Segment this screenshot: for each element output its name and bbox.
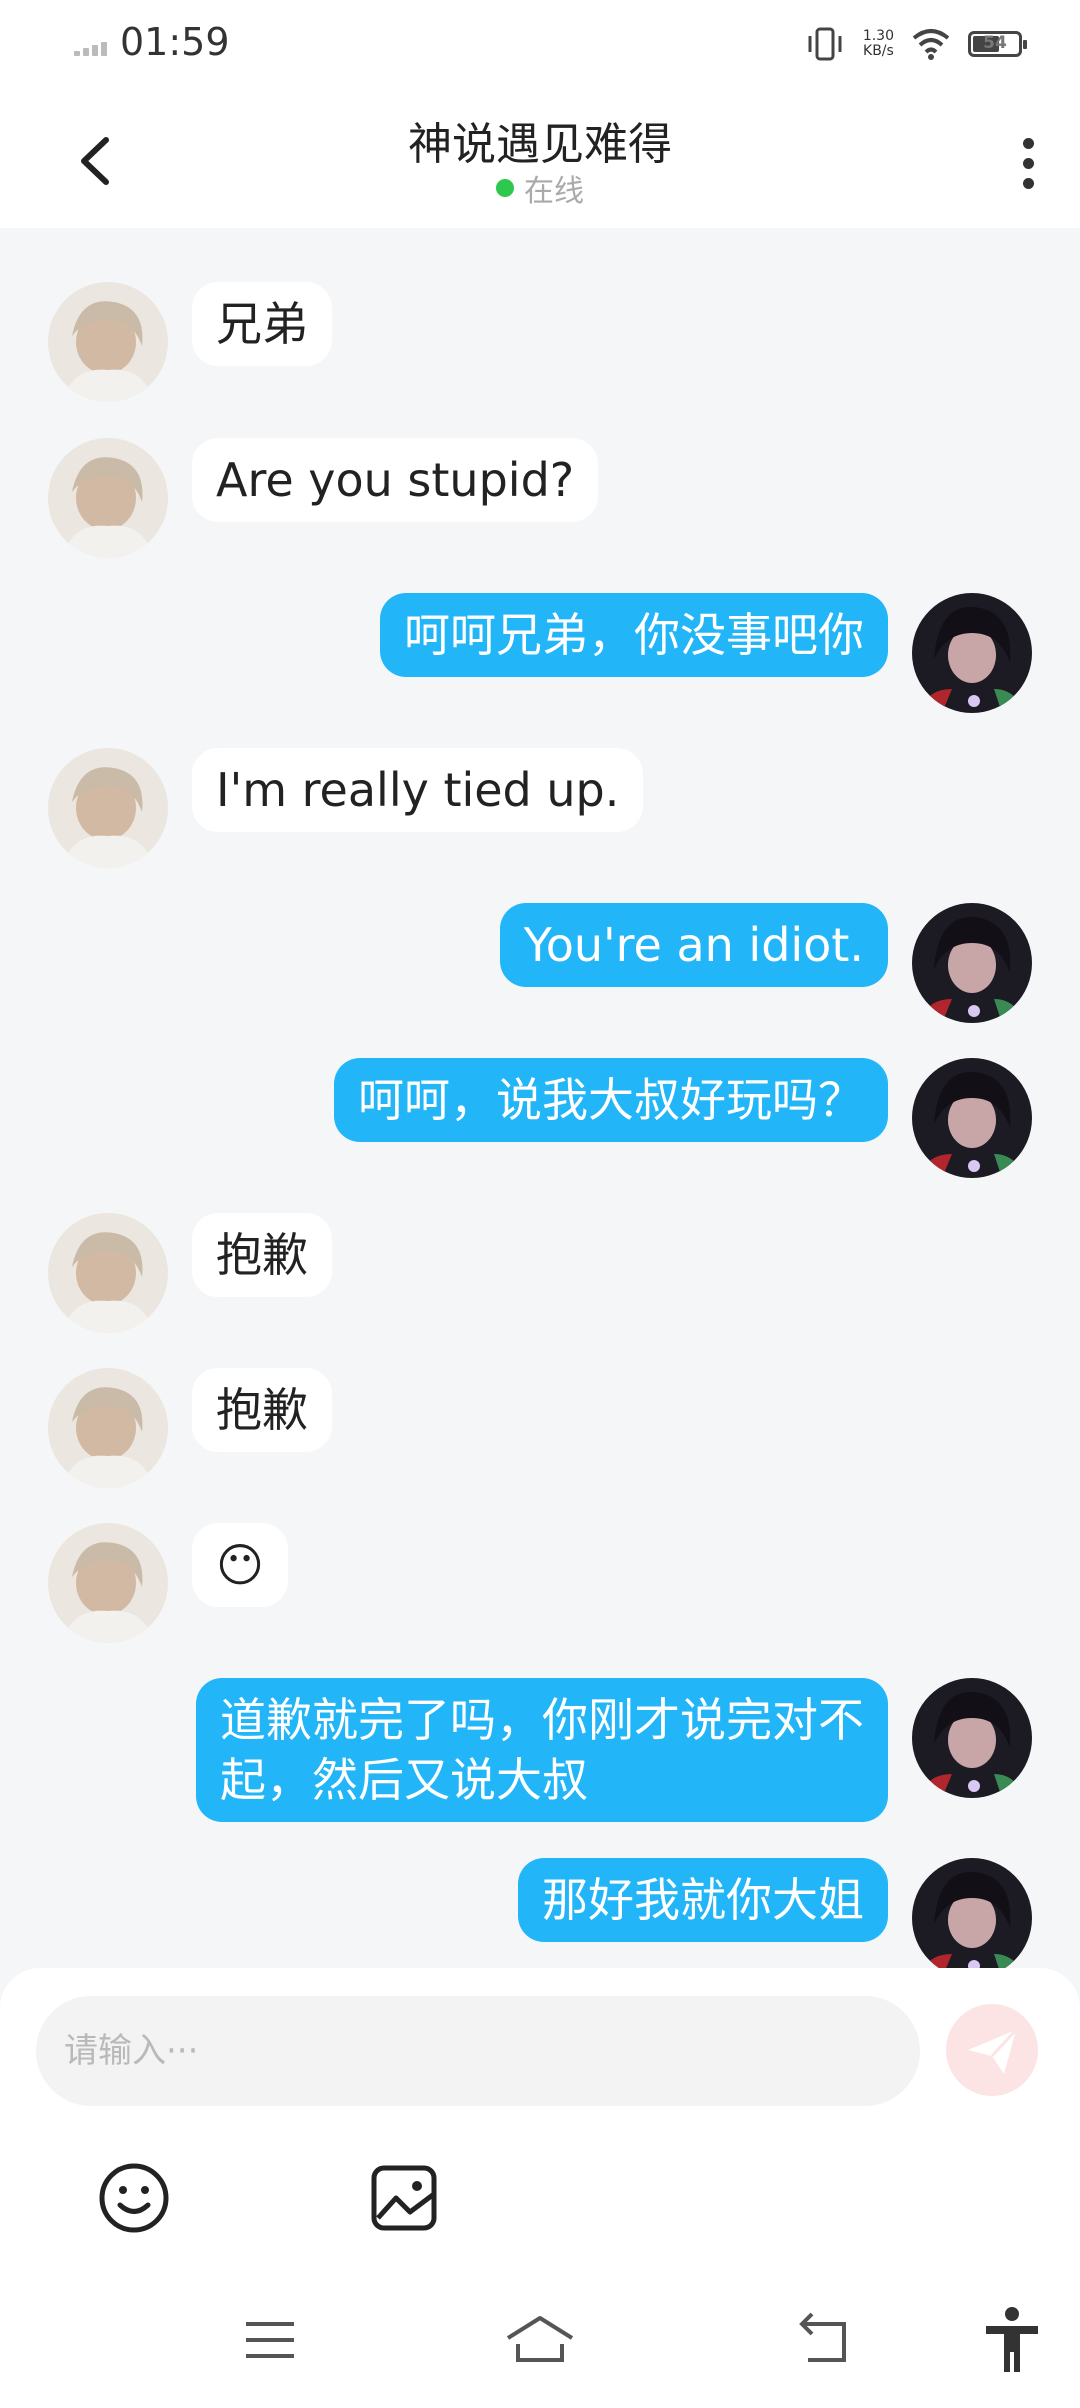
online-dot	[496, 179, 514, 197]
user-avatar[interactable]	[912, 1678, 1032, 1798]
message-bubble: 抱歉	[192, 1368, 332, 1452]
contact-avatar[interactable]	[48, 1523, 168, 1643]
user-avatar[interactable]	[912, 593, 1032, 713]
return-icon	[799, 2312, 846, 2362]
user-avatar[interactable]	[912, 903, 1032, 1023]
signal-icon	[74, 40, 110, 56]
vibrate-icon	[808, 27, 842, 61]
send-button[interactable]	[946, 2004, 1038, 2096]
home-nav-button[interactable]	[500, 2300, 580, 2380]
menu-nav-button[interactable]	[230, 2300, 310, 2380]
message-bubble: Are you stupid?	[192, 438, 599, 522]
message-bubble: 抱歉	[192, 1213, 332, 1297]
emoji-button[interactable]	[84, 2148, 184, 2248]
chat-header: 神说遇见难得 在线	[0, 88, 1080, 228]
network-speed: 1.30 KB/s	[863, 29, 894, 59]
home-icon	[506, 2316, 574, 2362]
online-status: 在线	[0, 166, 1080, 210]
paper-plane-icon	[968, 2028, 1018, 2074]
user-avatar[interactable]	[912, 1858, 1032, 1968]
chat-title: 神说遇见难得	[408, 119, 672, 170]
accessibility-icon	[986, 2307, 1038, 2372]
message-bubble: 道歉就完了吗，你刚才说完对不 起，然后又说大叔	[196, 1678, 888, 1822]
message-bubble: 那好我就你大姐	[518, 1858, 888, 1942]
menu-icon	[246, 2322, 294, 2358]
battery-icon: 54	[968, 31, 1027, 57]
status-bar: 01:59 1.30 KB/s 54	[0, 0, 1080, 88]
smiley-icon	[99, 2163, 169, 2233]
status-time: 01:59	[120, 20, 230, 64]
message-bubble: You're an idiot.	[499, 903, 888, 987]
image-button[interactable]	[354, 2148, 454, 2248]
user-avatar[interactable]	[912, 1058, 1032, 1178]
message-list[interactable]: 兄弟 Are you stupid? 呵呵兄弟，你没事吧你 I'm really…	[0, 228, 1080, 1968]
image-icon	[371, 2165, 437, 2231]
network-speed-unit: KB/s	[863, 43, 894, 59]
contact-avatar[interactable]	[48, 748, 168, 868]
more-options-button[interactable]	[998, 128, 1058, 198]
message-input[interactable]	[36, 1996, 920, 2106]
message-bubble: 兄弟	[192, 282, 332, 366]
contact-avatar[interactable]	[48, 282, 168, 402]
contact-avatar[interactable]	[48, 438, 168, 558]
accessibility-button[interactable]	[972, 2300, 1052, 2380]
back-nav-button[interactable]	[784, 2300, 864, 2380]
wifi-icon	[912, 29, 950, 60]
online-status-text: 在线	[524, 174, 584, 209]
message-bubble: 😶	[192, 1523, 288, 1607]
contact-avatar[interactable]	[48, 1368, 168, 1488]
contact-avatar[interactable]	[48, 1213, 168, 1333]
message-bubble: 呵呵兄弟，你没事吧你	[380, 593, 888, 677]
message-bubble: I'm really tied up.	[192, 748, 644, 832]
network-speed-value: 1.30	[862, 28, 894, 44]
message-bubble: 呵呵，说我大叔好玩吗？	[334, 1058, 888, 1142]
battery-level: 54	[983, 33, 1007, 53]
